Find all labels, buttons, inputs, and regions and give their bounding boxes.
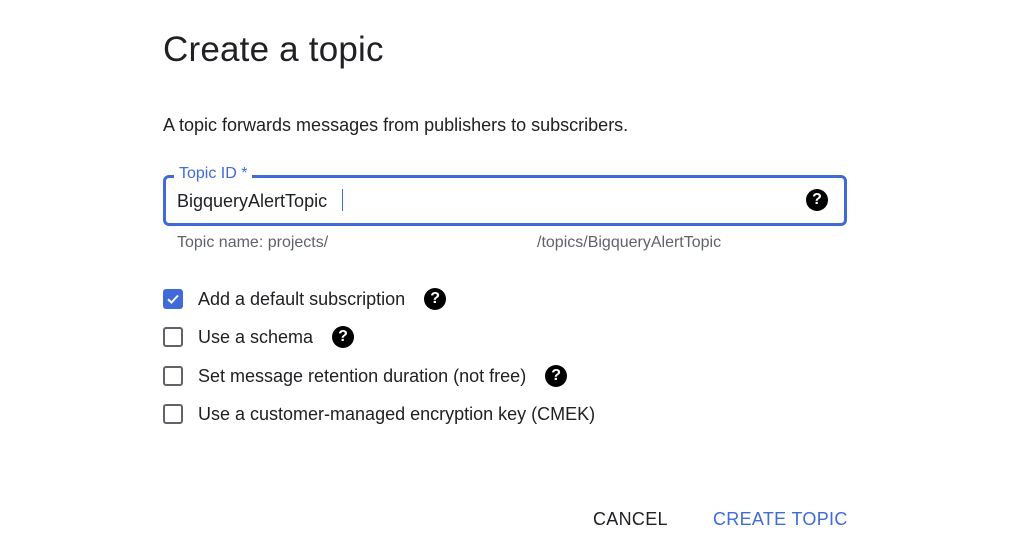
- dialog-description: A topic forwards messages from publisher…: [163, 115, 629, 135]
- create-topic-dialog: Create a topic A topic forwards messages…: [0, 0, 1017, 554]
- use-schema-label: Use a schema: [198, 326, 314, 347]
- topic-name-hint-prefix: Topic name: projects/: [177, 234, 329, 251]
- topic-id-input[interactable]: [177, 187, 777, 215]
- help-icon[interactable]: ?: [332, 326, 355, 348]
- create-topic-button[interactable]: CREATE TOPIC: [713, 509, 848, 530]
- cmek-label: Use a customer-managed encryption key (C…: [198, 403, 596, 424]
- dialog-title: Create a topic: [163, 30, 384, 69]
- use-schema-checkbox[interactable]: [163, 327, 183, 347]
- message-retention-label: Set message retention duration (not free…: [198, 365, 527, 386]
- default-subscription-label: Add a default subscription: [198, 288, 406, 309]
- cmek-checkbox[interactable]: [163, 404, 183, 424]
- text-cursor: [342, 189, 343, 211]
- topic-id-label: Topic ID *: [174, 164, 253, 184]
- topic-name-hint-suffix: /topics/BigqueryAlertTopic: [537, 234, 722, 251]
- topic-id-field[interactable]: Topic ID * ?: [163, 164, 847, 226]
- default-subscription-checkbox[interactable]: [163, 289, 183, 309]
- help-icon[interactable]: ?: [806, 189, 828, 211]
- help-icon[interactable]: ?: [545, 365, 568, 387]
- message-retention-checkbox[interactable]: [163, 366, 183, 386]
- help-icon[interactable]: ?: [424, 288, 447, 310]
- option-message-retention[interactable]: Set message retention duration (not free…: [163, 364, 568, 388]
- option-default-subscription[interactable]: Add a default subscription ?: [163, 287, 447, 311]
- checkmark-icon: [167, 294, 179, 304]
- option-cmek[interactable]: Use a customer-managed encryption key (C…: [163, 402, 595, 426]
- option-use-schema[interactable]: Use a schema ?: [163, 325, 355, 349]
- cancel-button[interactable]: CANCEL: [593, 509, 668, 530]
